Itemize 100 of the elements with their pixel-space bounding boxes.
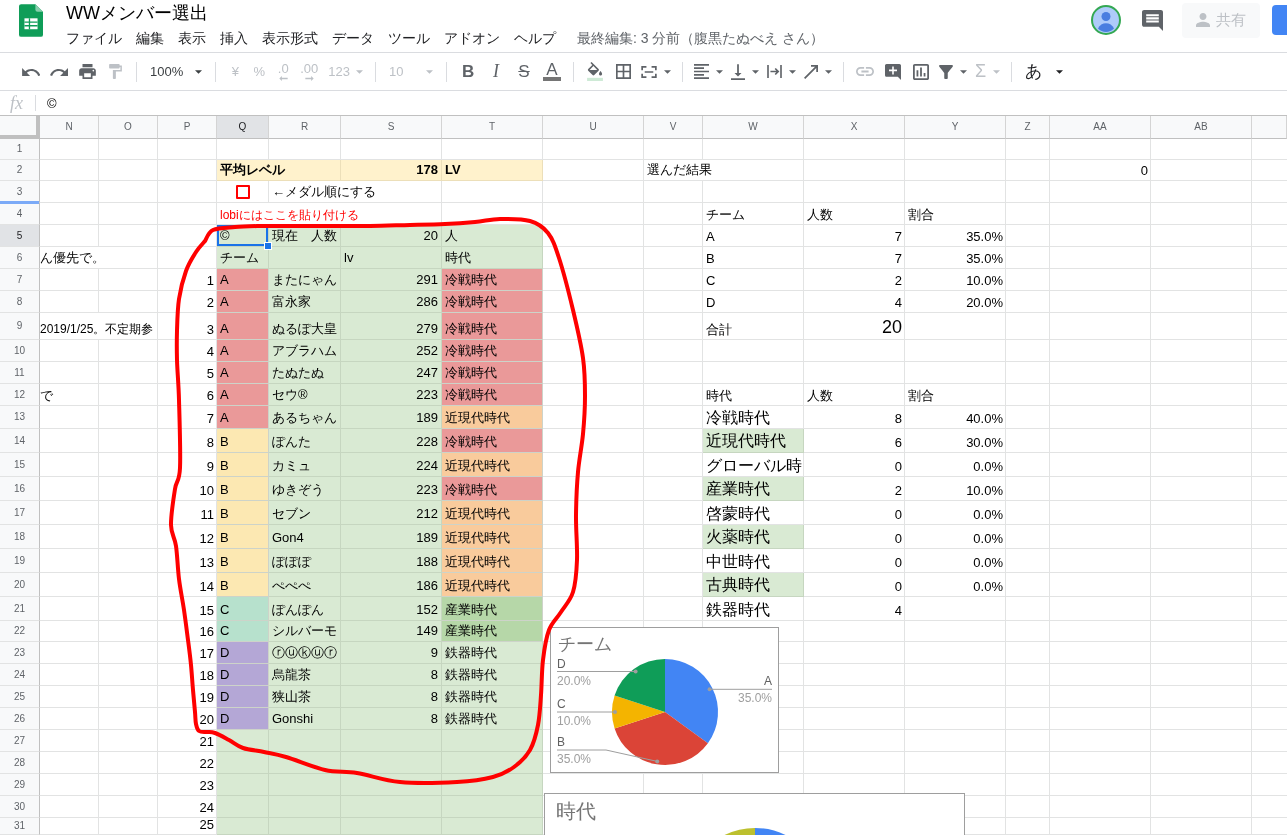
comments-button[interactable] — [1142, 9, 1163, 31]
row-header[interactable]: 2 — [0, 160, 40, 181]
column-header[interactable]: S — [341, 116, 442, 139]
column-header[interactable]: Z — [1006, 116, 1050, 139]
row-header[interactable]: 7 — [0, 269, 40, 291]
spreadsheet-icon[interactable] — [19, 4, 43, 37]
table-cell — [269, 774, 341, 796]
fill-handle[interactable] — [264, 242, 272, 250]
menu-item[interactable]: ヘルプ — [507, 29, 563, 47]
menu-item[interactable]: ツール — [381, 29, 437, 47]
team-cell: D — [217, 664, 269, 686]
row-header[interactable]: 9 — [0, 313, 40, 340]
column-header[interactable]: AA — [1050, 116, 1151, 139]
row-header[interactable]: 17 — [0, 501, 40, 525]
summary-count: 4 — [894, 603, 902, 619]
row-header[interactable]: 13 — [0, 406, 40, 429]
menu-item[interactable]: アドオン — [437, 29, 507, 47]
row-header[interactable]: 12 — [0, 384, 40, 406]
menu-item[interactable]: 編集 — [129, 29, 171, 47]
row-header[interactable]: 15 — [0, 453, 40, 477]
row-header[interactable]: 31 — [0, 818, 40, 835]
column-header[interactable]: V — [644, 116, 703, 139]
member-number: 18 — [199, 668, 214, 684]
zoom-dropdown[interactable]: 100% — [144, 58, 209, 85]
caret-icon — [825, 69, 833, 74]
checkbox[interactable] — [236, 185, 250, 199]
column-header[interactable]: U — [543, 116, 644, 139]
row-header[interactable]: 19 — [0, 549, 40, 573]
row-header[interactable]: 24 — [0, 664, 40, 686]
level-cell: 224 — [341, 453, 442, 477]
column-header[interactable]: W — [703, 116, 804, 139]
member-number: 25 — [199, 817, 214, 833]
row-header[interactable]: 26 — [0, 708, 40, 730]
strikethrough-button[interactable]: S — [510, 58, 539, 85]
avatar-icon[interactable] — [1091, 5, 1121, 35]
italic-button[interactable]: I — [482, 58, 511, 85]
member-number: 17 — [199, 646, 214, 662]
name-cell: またにゃん — [269, 269, 341, 291]
column-header[interactable]: N — [40, 116, 99, 139]
menu-item[interactable]: ファイル — [59, 29, 129, 47]
column-header[interactable]: Y — [905, 116, 1006, 139]
function-label: fx — [10, 93, 23, 113]
column-header[interactable]: AB — [1151, 116, 1252, 139]
row-header[interactable]: 16 — [0, 477, 40, 501]
text-color-button[interactable]: A — [538, 58, 567, 85]
menu-item[interactable]: データ — [325, 29, 381, 47]
level-cell: 189 — [341, 525, 442, 549]
row-header[interactable]: 29 — [0, 774, 40, 796]
formula-field[interactable]: © — [36, 91, 1287, 115]
column-header[interactable]: R — [269, 116, 341, 139]
row-header[interactable]: 21 — [0, 597, 40, 621]
row-header[interactable]: 11 — [0, 362, 40, 384]
bold-button[interactable]: B — [454, 58, 483, 85]
row-header[interactable]: 14 — [0, 429, 40, 453]
era-label: 啓蒙時代 — [706, 504, 770, 523]
summary-count: 7 — [894, 229, 902, 245]
row-header[interactable]: 4 — [0, 203, 40, 225]
summary-count: 2 — [894, 273, 902, 289]
column-header[interactable]: O — [99, 116, 158, 139]
row-header[interactable]: 22 — [0, 621, 40, 642]
member-number: 4 — [206, 344, 214, 360]
row-header[interactable]: 27 — [0, 730, 40, 752]
row-header[interactable]: 8 — [0, 291, 40, 313]
menu-item[interactable]: 表示形式 — [255, 29, 325, 47]
caret-icon — [789, 69, 797, 74]
chart-title: 時代 — [556, 800, 596, 822]
document-title[interactable]: WWメンバー選出 — [59, 0, 215, 24]
row-header[interactable]: 30 — [0, 796, 40, 818]
level-cell: 252 — [341, 340, 442, 362]
input-tools-dropdown[interactable]: あ — [1019, 58, 1070, 85]
column-header[interactable]: X — [804, 116, 905, 139]
member-number: 11 — [200, 507, 214, 523]
caret-icon — [993, 69, 1001, 74]
row-header[interactable]: 6 — [0, 247, 40, 269]
row-header[interactable]: 25 — [0, 686, 40, 708]
member-number: 9 — [206, 459, 214, 475]
caret-icon — [752, 69, 760, 74]
era-label: 中世時代 — [706, 552, 770, 571]
row-header[interactable]: 18 — [0, 525, 40, 549]
row-header[interactable]: 28 — [0, 752, 40, 774]
era-cell: 産業時代 — [442, 621, 543, 642]
row-header[interactable]: 5 — [0, 225, 40, 247]
column-header[interactable]: Q — [217, 116, 269, 139]
table-cell: 人 — [442, 225, 543, 247]
name-cell: シルバーモ — [269, 621, 341, 642]
menu-item[interactable]: 挿入 — [213, 29, 255, 47]
member-number: 1 — [206, 273, 214, 289]
column-header[interactable]: P — [158, 116, 217, 139]
level-cell: 286 — [341, 291, 442, 313]
team-cell: D — [217, 686, 269, 708]
freeze-handle[interactable] — [0, 201, 39, 204]
column-header[interactable]: T — [442, 116, 543, 139]
row-header[interactable]: 3 — [0, 181, 40, 203]
row-header[interactable]: 23 — [0, 642, 40, 664]
row-header[interactable]: 20 — [0, 573, 40, 597]
menu-item[interactable]: 表示 — [171, 29, 213, 47]
last-edit-link[interactable]: 最終編集: 3 分前（腹黒たぬべえ さん） — [570, 29, 832, 47]
row-header[interactable]: 10 — [0, 340, 40, 362]
era-label: 近現代時代 — [703, 429, 804, 453]
row-header[interactable]: 1 — [0, 139, 40, 160]
